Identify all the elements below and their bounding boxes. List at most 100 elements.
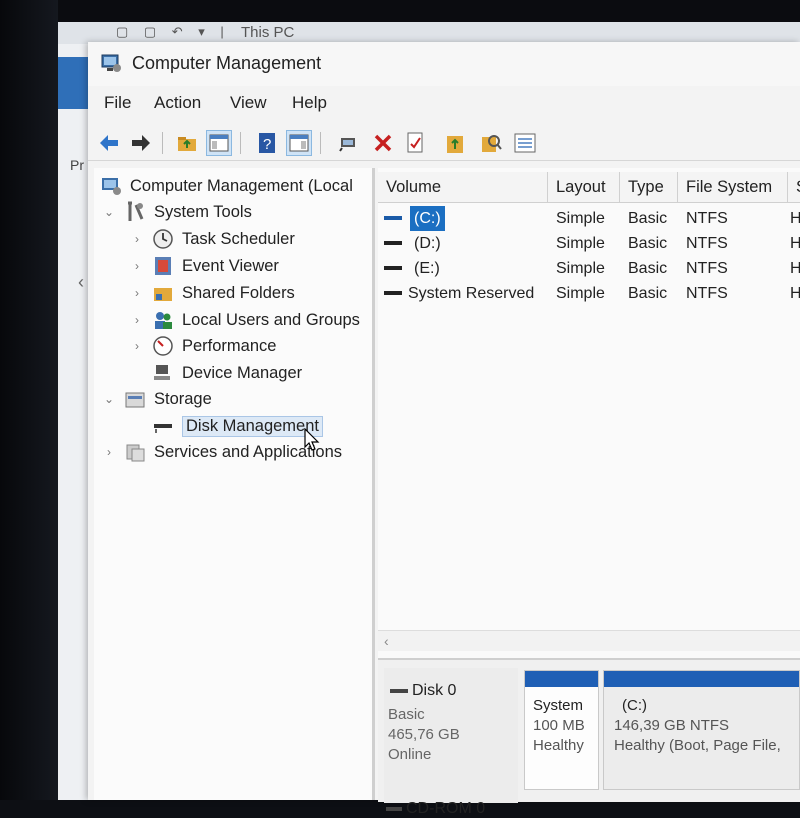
column-header-volume[interactable]: Volume <box>378 172 548 202</box>
toolbar-separator <box>240 132 241 154</box>
window-title: Computer Management <box>132 53 322 73</box>
tree-label: Storage <box>154 389 212 408</box>
tree-item-device-manager[interactable]: Device Manager <box>152 361 302 385</box>
computer-management-icon <box>101 54 121 72</box>
cell-volume: (D:) <box>414 235 441 252</box>
column-header-layout[interactable]: Layout <box>548 172 620 202</box>
up-folder-icon[interactable] <box>174 130 200 156</box>
table-row[interactable]: (E:) Simple Basic NTFS H <box>378 256 800 281</box>
column-header-status[interactable]: S <box>788 172 800 202</box>
cell-file-system: NTFS <box>686 210 728 227</box>
tree-item-computer-management[interactable]: Computer Management (Local <box>100 174 353 198</box>
back-arrow-icon[interactable] <box>96 130 122 156</box>
mouse-cursor-icon <box>304 428 320 451</box>
cell-layout: Simple <box>556 210 605 227</box>
cell-volume: System Reserved <box>408 285 535 302</box>
menu-file[interactable]: File <box>104 93 131 113</box>
cell-file-system: NTFS <box>686 260 728 277</box>
table-row[interactable]: (D:) Simple Basic NTFS H <box>378 231 800 256</box>
users-icon <box>152 309 174 331</box>
chevron-right-icon[interactable]: › <box>130 232 144 246</box>
column-header-file-system[interactable]: File System <box>678 172 788 202</box>
horizontal-scrollbar[interactable]: ‹ <box>378 630 800 651</box>
tree-item-event-viewer[interactable]: › Event Viewer <box>130 254 279 278</box>
partition-title: System <box>533 697 584 714</box>
connect-icon[interactable] <box>336 130 362 156</box>
computer-management-window: Computer Management File Action View Hel… <box>88 42 800 817</box>
titlebar: Computer Management <box>88 42 800 86</box>
export-icon[interactable] <box>442 130 468 156</box>
cell-type: Basic <box>628 235 668 252</box>
tree-item-task-scheduler[interactable]: › Task Scheduler <box>130 227 295 251</box>
computer-management-icon <box>100 175 122 197</box>
table-row[interactable]: (C:) Simple Basic NTFS H <box>378 206 800 231</box>
cell-layout: Simple <box>556 260 605 277</box>
tree-item-local-users[interactable]: › Local Users and Groups <box>130 308 360 332</box>
svg-text:?: ? <box>263 136 271 153</box>
device-manager-icon <box>152 362 174 384</box>
disk-icon <box>390 689 408 693</box>
content-pane: Volume Layout Type File System S (C:) Si… <box>378 168 800 817</box>
toolbar-separator <box>162 132 163 154</box>
monitor-bezel-top <box>0 0 800 22</box>
tree-label: Shared Folders <box>182 283 295 302</box>
partition-status: Healthy <box>533 737 584 754</box>
cell-layout: Simple <box>556 235 605 252</box>
volume-icon <box>384 241 402 245</box>
volume-table-header: Volume Layout Type File System S <box>378 172 800 203</box>
partition-status: Healthy (Boot, Page File, <box>614 737 781 754</box>
background-titlebar: ▢ ▢ ↶ ▾ | This PC <box>58 22 800 44</box>
partition-system-reserved[interactable]: System 100 MB Healthy <box>524 670 599 790</box>
tree-item-shared-folders[interactable]: › Shared Folders <box>130 281 295 305</box>
partition-title: (C:) <box>622 697 647 714</box>
cell-status: H <box>790 260 800 277</box>
tree-item-performance[interactable]: › Performance <box>130 334 276 358</box>
clock-icon <box>152 228 174 250</box>
disk-0-info[interactable]: Disk 0 Basic 465,76 GB Online <box>384 668 518 803</box>
chevron-down-icon[interactable]: ⌄ <box>102 205 116 219</box>
tree-item-disk-management[interactable]: Disk Management <box>152 414 323 438</box>
chevron-right-icon[interactable]: › <box>130 339 144 353</box>
tree-item-system-tools[interactable]: ⌄ System Tools <box>102 200 252 224</box>
delete-icon[interactable] <box>370 130 396 156</box>
services-icon <box>124 441 146 463</box>
disk-graphical-view: Disk 0 Basic 465,76 GB Online System 100… <box>378 658 800 817</box>
disk-name: Disk 0 <box>412 682 457 699</box>
table-row[interactable]: System Reserved Simple Basic NTFS H <box>378 281 800 306</box>
properties-pane-icon[interactable] <box>286 130 312 156</box>
chevron-right-icon[interactable]: › <box>130 313 144 327</box>
menu-view[interactable]: View <box>230 93 267 113</box>
console-tree: Computer Management (Local ⌄ System Tool… <box>94 168 375 800</box>
background-side-text: Pr <box>70 157 84 173</box>
menu-action[interactable]: Action <box>154 93 201 113</box>
tree-item-storage[interactable]: ⌄ Storage <box>102 387 212 411</box>
chevron-right-icon[interactable]: › <box>102 445 116 459</box>
toolbar-separator <box>320 132 321 154</box>
tree-label: Device Manager <box>182 363 303 382</box>
menu-bar: File Action View Help <box>88 90 800 118</box>
menu-help[interactable]: Help <box>292 93 327 113</box>
cell-status: H <box>790 285 800 302</box>
find-icon[interactable] <box>478 130 504 156</box>
event-viewer-icon <box>152 255 174 277</box>
help-icon[interactable]: ? <box>254 130 280 156</box>
background-window-title: This PC <box>241 24 295 41</box>
scroll-left-icon[interactable]: ‹ <box>384 631 389 651</box>
console-tree-icon[interactable] <box>206 130 232 156</box>
chevron-right-icon[interactable]: › <box>130 259 144 273</box>
partition-c[interactable]: (C:) 146,39 GB NTFS Healthy (Boot, Page … <box>603 670 800 790</box>
tree-label: System Tools <box>154 202 252 221</box>
cdrom-0-info[interactable]: CD-ROM 0 <box>386 800 485 818</box>
tree-label: Task Scheduler <box>182 229 295 248</box>
cdrom-name: CD-ROM 0 <box>406 800 486 817</box>
forward-arrow-icon[interactable] <box>128 130 154 156</box>
cell-file-system: NTFS <box>686 235 728 252</box>
disk-size: 465,76 GB <box>388 726 460 743</box>
column-header-type[interactable]: Type <box>620 172 678 202</box>
properties-icon[interactable] <box>402 130 428 156</box>
tree-label: Local Users and Groups <box>182 310 360 329</box>
chevron-down-icon[interactable]: ⌄ <box>102 392 116 406</box>
list-icon[interactable] <box>512 130 538 156</box>
cell-status: H <box>790 235 800 252</box>
chevron-right-icon[interactable]: › <box>130 286 144 300</box>
